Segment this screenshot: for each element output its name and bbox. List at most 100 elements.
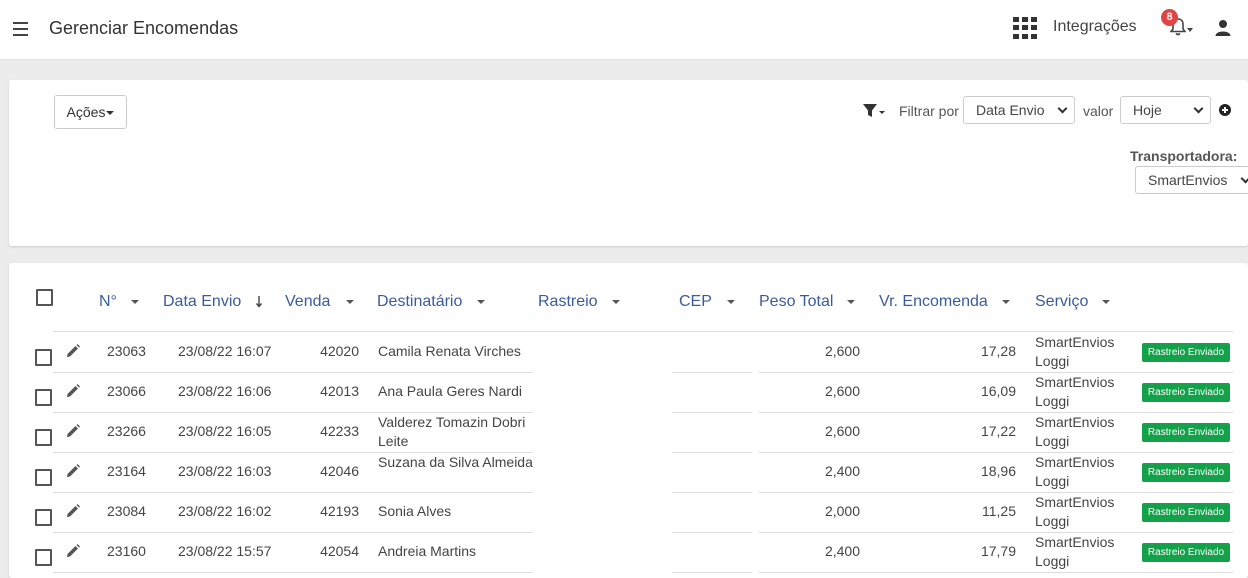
ship-date: 23/08/22 16:03 xyxy=(178,463,272,479)
chevron-down-icon xyxy=(1240,173,1248,184)
carrier-select[interactable]: SmartEnvios xyxy=(1135,166,1248,194)
actions-label: Ações xyxy=(66,104,106,120)
service-type: Loggi xyxy=(1035,553,1070,569)
user-icon[interactable] xyxy=(1214,19,1232,37)
select-all-checkbox[interactable] xyxy=(36,289,53,306)
filter-value-text: Hoje xyxy=(1133,102,1162,118)
edit-pencil-icon[interactable] xyxy=(66,344,80,358)
add-filter-icon[interactable] xyxy=(1219,104,1231,116)
column-header-sale[interactable]: Venda xyxy=(285,293,330,311)
order-number: 23160 xyxy=(107,543,146,559)
table-row: 23084 23/08/22 16:02 42193 Sonia Alves 2,000… xyxy=(9,493,1248,533)
orders-table: N° Data Envio Venda Destinatário Rastrei… xyxy=(9,263,1248,578)
row-divider xyxy=(53,572,533,573)
recipient-name: Suzana da Silva Almeida xyxy=(378,454,533,470)
top-bar: Gerenciar Encomendas Integrações 8 xyxy=(0,0,1248,60)
order-value: 11,25 xyxy=(982,503,1016,519)
service-carrier: SmartEnvios xyxy=(1035,414,1115,430)
service-type: Loggi xyxy=(1035,353,1070,369)
notifications-button[interactable]: 8 xyxy=(1161,9,1196,42)
recipient-name: Ana Paula Geres Nardi xyxy=(378,383,522,399)
service-carrier: SmartEnvios xyxy=(1035,374,1115,390)
apps-grid-icon[interactable] xyxy=(1013,17,1037,39)
ship-date: 23/08/22 16:05 xyxy=(178,423,272,439)
row-checkbox[interactable] xyxy=(35,429,52,446)
table-row: 23160 23/08/22 15:57 42054 Andreia Martins 2… xyxy=(9,533,1248,573)
row-checkbox[interactable] xyxy=(35,509,52,526)
row-checkbox[interactable] xyxy=(35,389,52,406)
total-weight: 2,400 xyxy=(824,463,860,479)
status-badge[interactable]: Rastreio Enviado xyxy=(1142,503,1230,522)
service-type: Loggi xyxy=(1035,433,1070,449)
caret-down-icon[interactable] xyxy=(1002,300,1010,304)
edit-pencil-icon[interactable] xyxy=(66,464,80,478)
menu-icon[interactable] xyxy=(13,22,28,36)
column-header-service[interactable]: Serviço xyxy=(1035,293,1088,311)
carrier-value: SmartEnvios xyxy=(1148,172,1228,188)
carrier-label: Transportadora: xyxy=(1130,148,1238,164)
caret-down-icon[interactable] xyxy=(131,300,139,304)
filter-icon[interactable] xyxy=(862,103,886,119)
table-row: 23063 23/08/22 16:07 42020 Camila Renata Vi… xyxy=(9,333,1248,373)
caret-down-icon[interactable] xyxy=(727,300,735,304)
column-header-ship-date[interactable]: Data Envio xyxy=(163,293,241,311)
order-number: 23266 xyxy=(107,423,146,439)
caret-down-icon[interactable] xyxy=(477,300,485,304)
row-checkbox[interactable] xyxy=(35,549,52,566)
row-divider xyxy=(759,572,1233,573)
caret-down-icon[interactable] xyxy=(847,300,855,304)
service-cell: SmartEnvios Loggi xyxy=(1035,533,1135,571)
table-row: 23164 23/08/22 16:03 42046 Suzana da Silva … xyxy=(9,453,1248,493)
column-header-number[interactable]: N° xyxy=(99,293,117,311)
sale-number: 42013 xyxy=(320,383,359,399)
column-header-recipient[interactable]: Destinatário xyxy=(377,293,462,311)
service-type: Loggi xyxy=(1035,393,1070,409)
edit-pencil-icon[interactable] xyxy=(66,384,80,398)
recipient-name: Camila Renata Virches xyxy=(378,343,521,359)
status-badge[interactable]: Rastreio Enviado xyxy=(1142,463,1230,482)
caret-down-icon[interactable] xyxy=(1102,300,1110,304)
ship-date: 23/08/22 16:06 xyxy=(178,383,272,399)
page-title: Gerenciar Encomendas xyxy=(49,18,239,38)
sale-number: 42020 xyxy=(320,343,359,359)
service-type: Loggi xyxy=(1035,513,1070,529)
edit-pencil-icon[interactable] xyxy=(66,544,80,558)
edit-pencil-icon[interactable] xyxy=(66,424,80,438)
edit-pencil-icon[interactable] xyxy=(66,504,80,518)
row-checkbox[interactable] xyxy=(35,469,52,486)
ship-date: 23/08/22 16:07 xyxy=(178,343,272,359)
column-header-tracking[interactable]: Rastreio xyxy=(538,293,598,311)
status-badge[interactable]: Rastreio Enviado xyxy=(1142,343,1230,362)
service-carrier: SmartEnvios xyxy=(1035,534,1115,550)
value-label: valor xyxy=(1083,103,1114,119)
column-header-order-value[interactable]: Vr. Encomenda xyxy=(879,293,988,311)
sort-desc-icon[interactable] xyxy=(255,296,263,308)
column-header-zip[interactable]: CEP xyxy=(679,293,712,311)
order-value: 17,79 xyxy=(980,543,1016,559)
status-badge[interactable]: Rastreio Enviado xyxy=(1142,383,1230,402)
filter-value-select[interactable]: Hoje xyxy=(1120,96,1211,124)
row-checkbox[interactable] xyxy=(35,349,52,366)
status-badge[interactable]: Rastreio Enviado xyxy=(1142,543,1230,562)
total-weight: 2,600 xyxy=(824,343,860,359)
total-weight: 2,000 xyxy=(824,503,860,519)
caret-down-icon[interactable] xyxy=(612,300,620,304)
service-cell: SmartEnvios Loggi xyxy=(1035,373,1135,411)
order-number: 23084 xyxy=(107,503,146,519)
ship-date: 23/08/22 16:02 xyxy=(178,503,272,519)
caret-down-icon[interactable] xyxy=(346,300,354,304)
actions-dropdown-button[interactable]: Ações xyxy=(54,95,127,129)
row-divider xyxy=(672,572,752,573)
service-type: Loggi xyxy=(1035,473,1070,489)
column-header-total-weight[interactable]: Peso Total xyxy=(759,293,833,311)
chevron-down-icon xyxy=(1193,103,1204,114)
table-row: 23066 23/08/22 16:06 42013 Ana Paula Geres … xyxy=(9,373,1248,413)
chevron-down-icon xyxy=(1057,103,1068,114)
filter-field-select[interactable]: Data Envio xyxy=(963,96,1075,124)
order-value: 18,96 xyxy=(980,463,1016,479)
service-carrier: SmartEnvios xyxy=(1035,494,1115,510)
filter-by-label: Filtrar por xyxy=(899,103,959,119)
integrations-link[interactable]: Integrações xyxy=(1053,18,1137,36)
filter-field-value: Data Envio xyxy=(976,102,1045,118)
status-badge[interactable]: Rastreio Enviado xyxy=(1142,423,1230,442)
